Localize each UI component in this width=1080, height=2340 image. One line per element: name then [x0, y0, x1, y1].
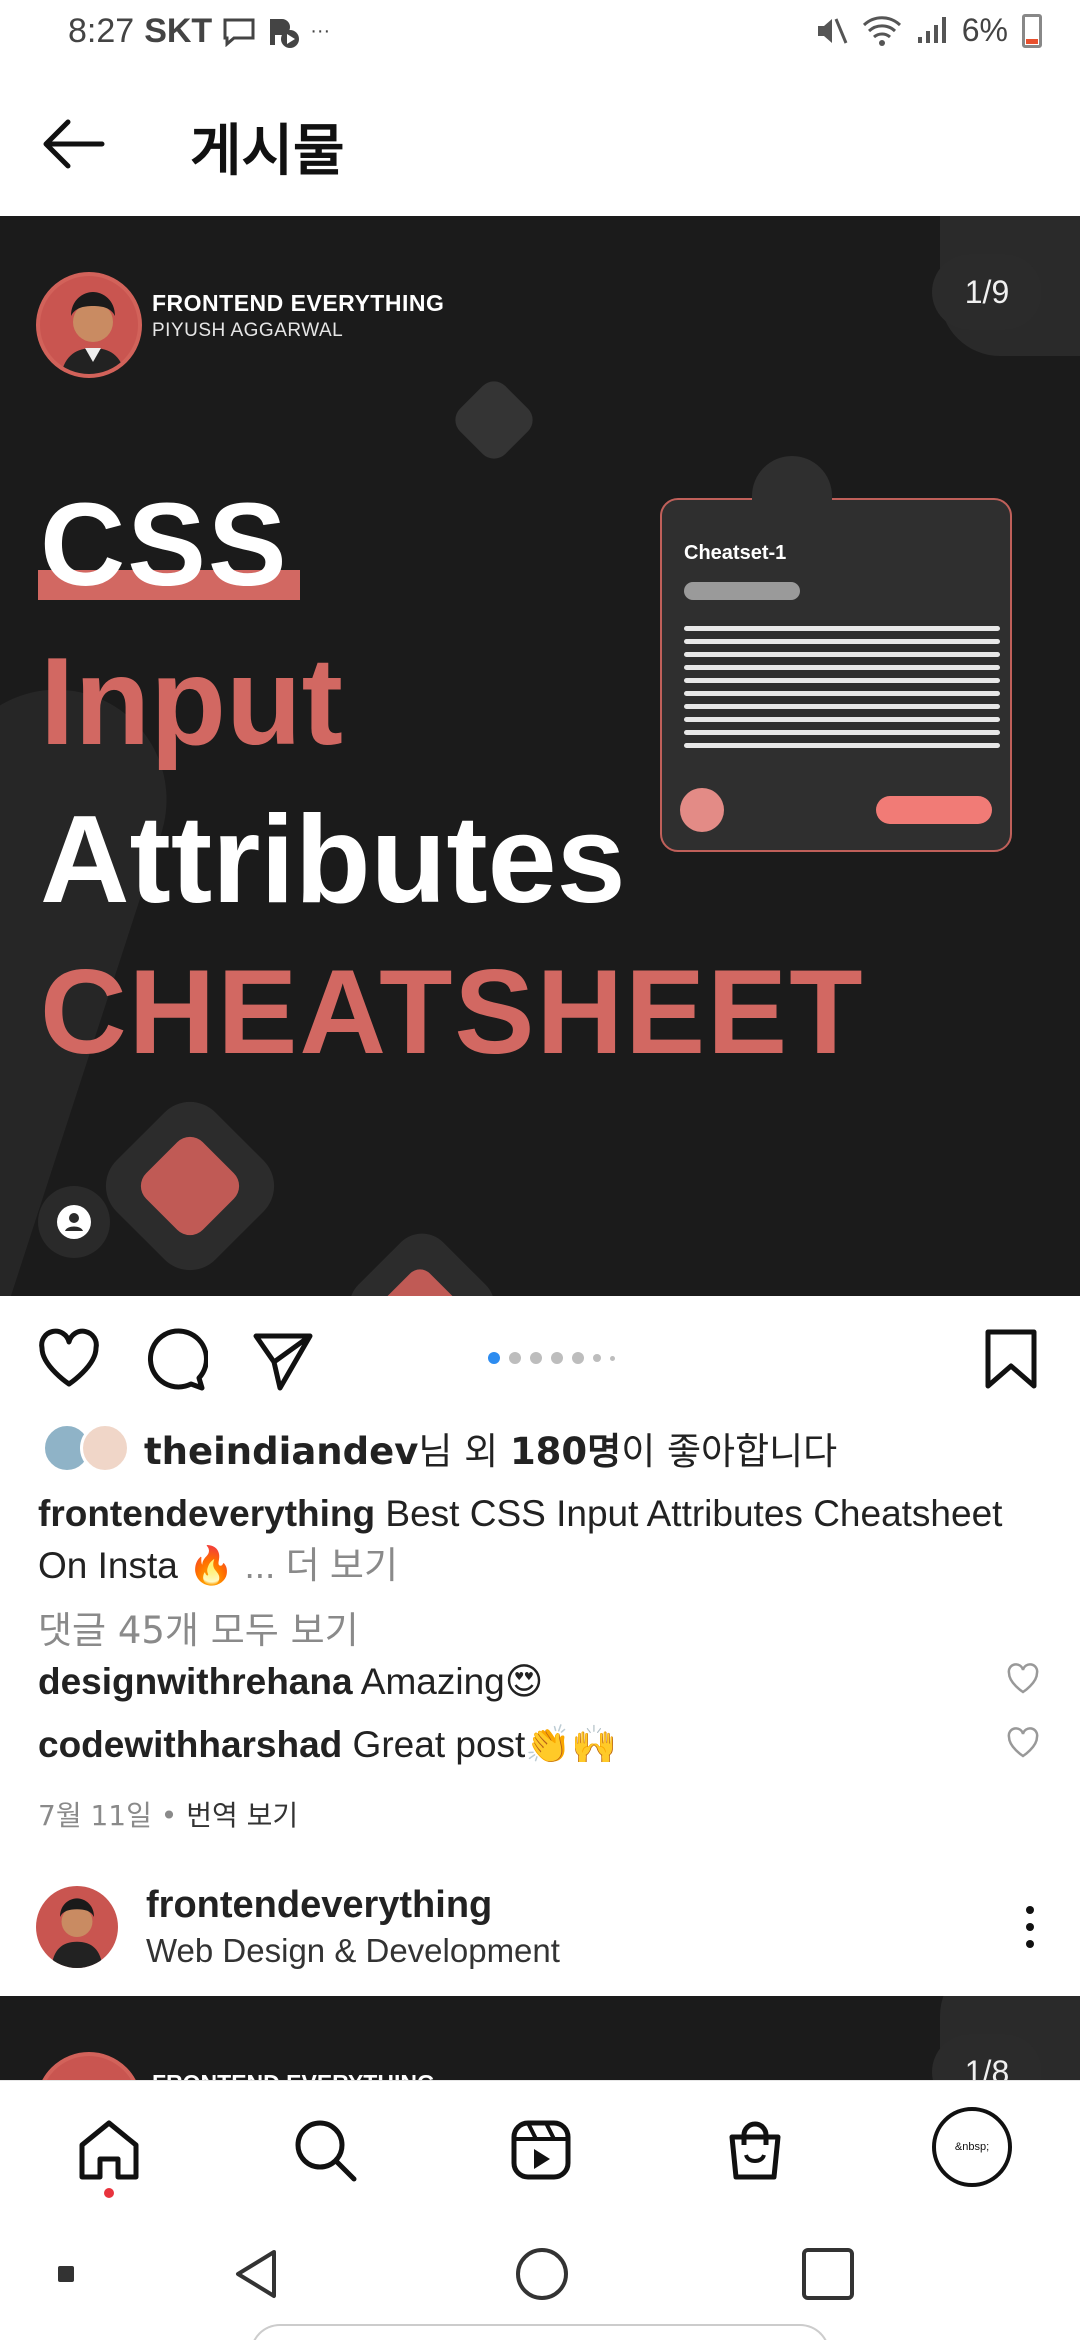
shop-icon[interactable] [720, 2115, 790, 2185]
media-play-icon [270, 18, 300, 48]
likes-row[interactable]: theindiandev님 외 180명이 좋아합니다 [42, 1418, 837, 1478]
home-notification-dot [104, 2188, 114, 2198]
carousel-dot [572, 1352, 584, 1364]
post-title-line1: CSS [40, 479, 289, 611]
comment-item: codewithharshad Great post👏🙌 [38, 1724, 617, 1767]
system-nav-bar [0, 2220, 1080, 2340]
comment-user[interactable]: codewithharshad [38, 1724, 342, 1765]
post-actions [0, 1296, 1080, 1406]
card-title: Cheatset-1 [684, 542, 787, 564]
card-pill [684, 582, 800, 600]
reels-icon[interactable] [506, 2115, 576, 2185]
next-post-subtitle: Web Design & Development [146, 1932, 560, 1969]
share-icon[interactable] [250, 1326, 316, 1392]
caption-user[interactable]: frontendeverything [38, 1493, 375, 1534]
status-carrier: SKT [144, 12, 213, 50]
app-header: 게시물 [0, 68, 1080, 218]
tagged-user-button[interactable] [38, 1186, 110, 1258]
profile-avatar[interactable]: &nbsp; [932, 2107, 1012, 2187]
recents-nav-icon[interactable] [798, 2244, 858, 2304]
next-post-image[interactable]: FRONTEND EVERYTHING 1/8 [0, 1996, 1080, 2080]
back-arrow-icon[interactable] [38, 116, 108, 172]
square-small-icon[interactable] [36, 2244, 96, 2304]
brand-avatar [36, 272, 142, 378]
avatar-illustration [61, 292, 125, 374]
carousel-dot [593, 1354, 601, 1362]
gesture-bar[interactable] [250, 2324, 830, 2340]
card-scan-icon [680, 788, 724, 832]
comment-like-icon[interactable] [1006, 1726, 1040, 1760]
bottom-nav: &nbsp; [0, 2080, 1080, 2220]
home-icon[interactable] [74, 2115, 144, 2185]
profile-label: &nbsp; [954, 2141, 990, 2153]
page-title: 게시물 [190, 119, 345, 184]
post-title-line3: Attributes [40, 791, 626, 929]
view-all-comments[interactable]: 댓글 45개 모두 보기 [38, 1600, 359, 1654]
carousel-dot [530, 1352, 542, 1364]
post-title-line2: Input [40, 633, 343, 771]
card-lines [684, 626, 1000, 756]
next-carousel-counter: 1/8 [932, 2034, 1042, 2080]
home-nav-icon[interactable] [512, 2244, 572, 2304]
post-caption: frontendeverything Best CSS Input Attrib… [38, 1488, 1048, 1592]
comment-item: designwithrehana Amazing😍 [38, 1660, 543, 1703]
carousel-indicator [488, 1352, 615, 1364]
next-post-avatar[interactable] [36, 1886, 118, 1968]
translate-link[interactable]: 번역 보기 [186, 1799, 298, 1832]
battery-percent: 6% [961, 12, 1008, 48]
comment-text: Amazing😍 [352, 1661, 544, 1702]
comment-user[interactable]: designwithrehana [38, 1661, 353, 1702]
post-date: 7월 11일 [38, 1799, 152, 1832]
decor-diamond [448, 374, 540, 466]
wifi-icon [862, 15, 901, 46]
card-button [876, 796, 992, 824]
person-icon [57, 1205, 91, 1239]
post-meta: 7월 11일 • 번역 보기 [38, 1794, 298, 1834]
carousel-dot [610, 1355, 615, 1361]
liker-avatar [80, 1423, 130, 1473]
post-image[interactable]: FRONTEND EVERYTHING PIYUSH AGGARWAL 1/9 … [0, 216, 1080, 1296]
likes-mid: 님 외 [418, 1430, 510, 1473]
card-tab [752, 456, 832, 516]
message-icon [223, 18, 255, 47]
back-nav-icon[interactable] [226, 2244, 286, 2304]
signal-icon [917, 16, 946, 43]
comment-text: Great post👏🙌 [342, 1724, 618, 1765]
heart-icon[interactable] [36, 1326, 102, 1392]
next-brand-avatar [36, 2052, 142, 2080]
bookmark-icon[interactable] [978, 1326, 1044, 1392]
likes-text: theindiandev님 외 180명이 좋아합니다 [144, 1421, 837, 1475]
post-title-line4: CHEATSHEET [40, 945, 865, 1079]
comment-like-icon[interactable] [1006, 1662, 1040, 1696]
comment-icon[interactable] [142, 1326, 208, 1392]
battery-icon [1022, 13, 1042, 48]
brand-subtitle: PIYUSH AGGARWAL [152, 320, 344, 341]
likes-count[interactable]: 180명 [510, 1430, 621, 1473]
brand-name: FRONTEND EVERYTHING [152, 290, 445, 316]
status-time: 8:27 [68, 12, 135, 50]
carousel-counter: 1/9 [932, 254, 1042, 330]
status-overflow: ··· [310, 20, 331, 42]
mute-icon [817, 17, 848, 44]
likes-user[interactable]: theindiandev [144, 1430, 418, 1473]
carousel-dot [551, 1352, 563, 1364]
carousel-dot [509, 1352, 521, 1364]
cheatsheet-card: Cheatset-1 [660, 456, 1012, 852]
more-options-icon[interactable] [1020, 1904, 1040, 1950]
caption-more[interactable]: ... 더 보기 [244, 1545, 398, 1586]
next-post-username[interactable]: frontendeverything [146, 1884, 492, 1927]
next-brand-name: FRONTEND EVERYTHING [152, 2070, 435, 2080]
search-icon[interactable] [290, 2115, 360, 2185]
likes-end: 이 좋아합니다 [621, 1430, 838, 1473]
meta-separator: • [151, 1799, 187, 1832]
avatar-illustration [51, 1898, 103, 1968]
carousel-dot [488, 1352, 500, 1364]
status-bar: 8:27 SKT ··· 6% [0, 0, 1080, 68]
